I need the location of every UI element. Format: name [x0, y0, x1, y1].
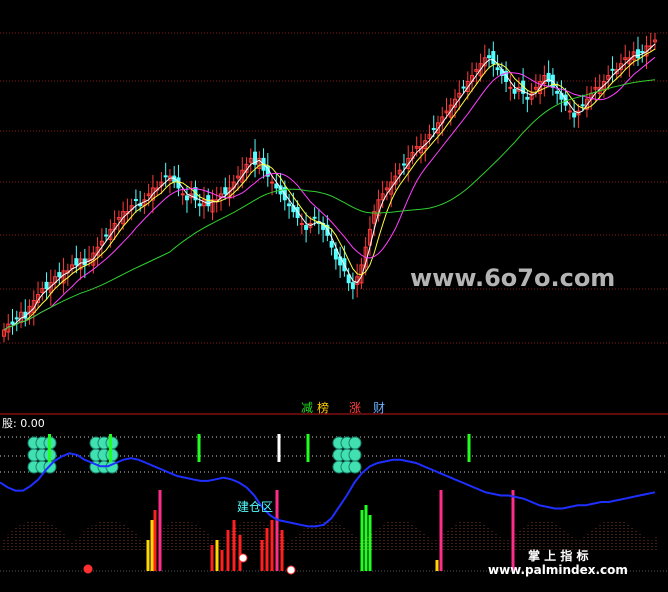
indicator-bar [210, 545, 214, 571]
candle-body [104, 234, 109, 237]
candle-body [329, 241, 334, 248]
indicator-bar [270, 520, 274, 571]
candle-body [197, 203, 202, 207]
candle-body [640, 51, 645, 54]
lower-panel-title: 股: 0.00 [2, 417, 45, 430]
candle-body [580, 104, 585, 107]
candle-body [346, 274, 351, 284]
indicator-bar [158, 490, 162, 571]
signal-marker [286, 565, 296, 575]
candle-body [508, 86, 513, 89]
candle-body [133, 199, 138, 201]
signal-bar [109, 434, 112, 462]
candle-body [610, 68, 615, 71]
indicator-bar [275, 490, 279, 571]
signal-bar [306, 434, 310, 462]
indicator-bar [439, 490, 443, 571]
signal-bar [48, 434, 51, 462]
signal-icon [348, 448, 362, 462]
candle-body [44, 281, 49, 290]
candle-body [567, 110, 572, 113]
legend-token: 减 [301, 401, 313, 415]
indicator-bar [146, 540, 150, 571]
candle-body [555, 90, 560, 94]
indicator-bar [220, 550, 224, 571]
indicator-bar [511, 490, 515, 571]
candle-body [487, 55, 492, 59]
signal-bar [197, 434, 201, 462]
candle-body [10, 321, 15, 325]
signal-icon [348, 460, 362, 474]
indicator-bar [153, 510, 157, 571]
indicator-bar [368, 515, 372, 571]
candle-body [635, 49, 640, 59]
indicator-bar [150, 520, 154, 571]
candle-body [401, 163, 406, 166]
candle-body [525, 96, 530, 100]
zone-label: 建仓区 [237, 500, 273, 514]
signal-bar [467, 434, 471, 462]
candle-body [495, 67, 500, 71]
candle-body [184, 195, 189, 201]
candle-body [287, 203, 292, 207]
candle-body [461, 86, 466, 89]
candle-body [431, 127, 436, 130]
watermark-bottom-cn: 掌 上 指 标 [528, 548, 589, 563]
indicator-bar [435, 560, 439, 571]
candle-body [512, 88, 517, 94]
candle-body [312, 216, 317, 219]
indicator-bar [238, 535, 242, 571]
indicator-bar [265, 528, 269, 571]
candle-body [57, 272, 62, 278]
signal-bar [277, 434, 281, 462]
indicator-bar [280, 530, 284, 571]
indicator-bar [232, 520, 236, 571]
signal-marker [83, 564, 93, 574]
candle-body [14, 317, 19, 320]
legend-token: 财 [373, 401, 385, 415]
signal-marker [238, 553, 248, 563]
indicator-bar [364, 505, 368, 571]
indicator-bar [226, 530, 230, 571]
indicator-bar [215, 540, 219, 571]
watermark-bottom-url: www.palmindex.com [488, 563, 628, 577]
candle-body [299, 222, 304, 225]
candle-body [74, 258, 79, 266]
candle-body [491, 51, 496, 65]
candle-body [274, 183, 279, 189]
candle-body [304, 225, 309, 230]
watermark-top: www.6o7o.com [410, 264, 615, 292]
candle-body [163, 175, 168, 178]
candle-body [180, 193, 185, 196]
legend-token: 榜 [317, 400, 329, 415]
candle-body [223, 187, 228, 195]
legend-token: 涨 [349, 400, 361, 415]
candle-body [572, 112, 577, 118]
indicator-bar [360, 510, 364, 571]
indicator-bar [260, 540, 264, 571]
candle-body [270, 181, 275, 184]
signal-icon [348, 436, 362, 450]
candle-body [350, 282, 355, 290]
stock-chart-canvas: www.6o7o.com 减榜 涨财 股: 0.00 建仓区 掌 上 指 标 ww… [0, 0, 668, 592]
